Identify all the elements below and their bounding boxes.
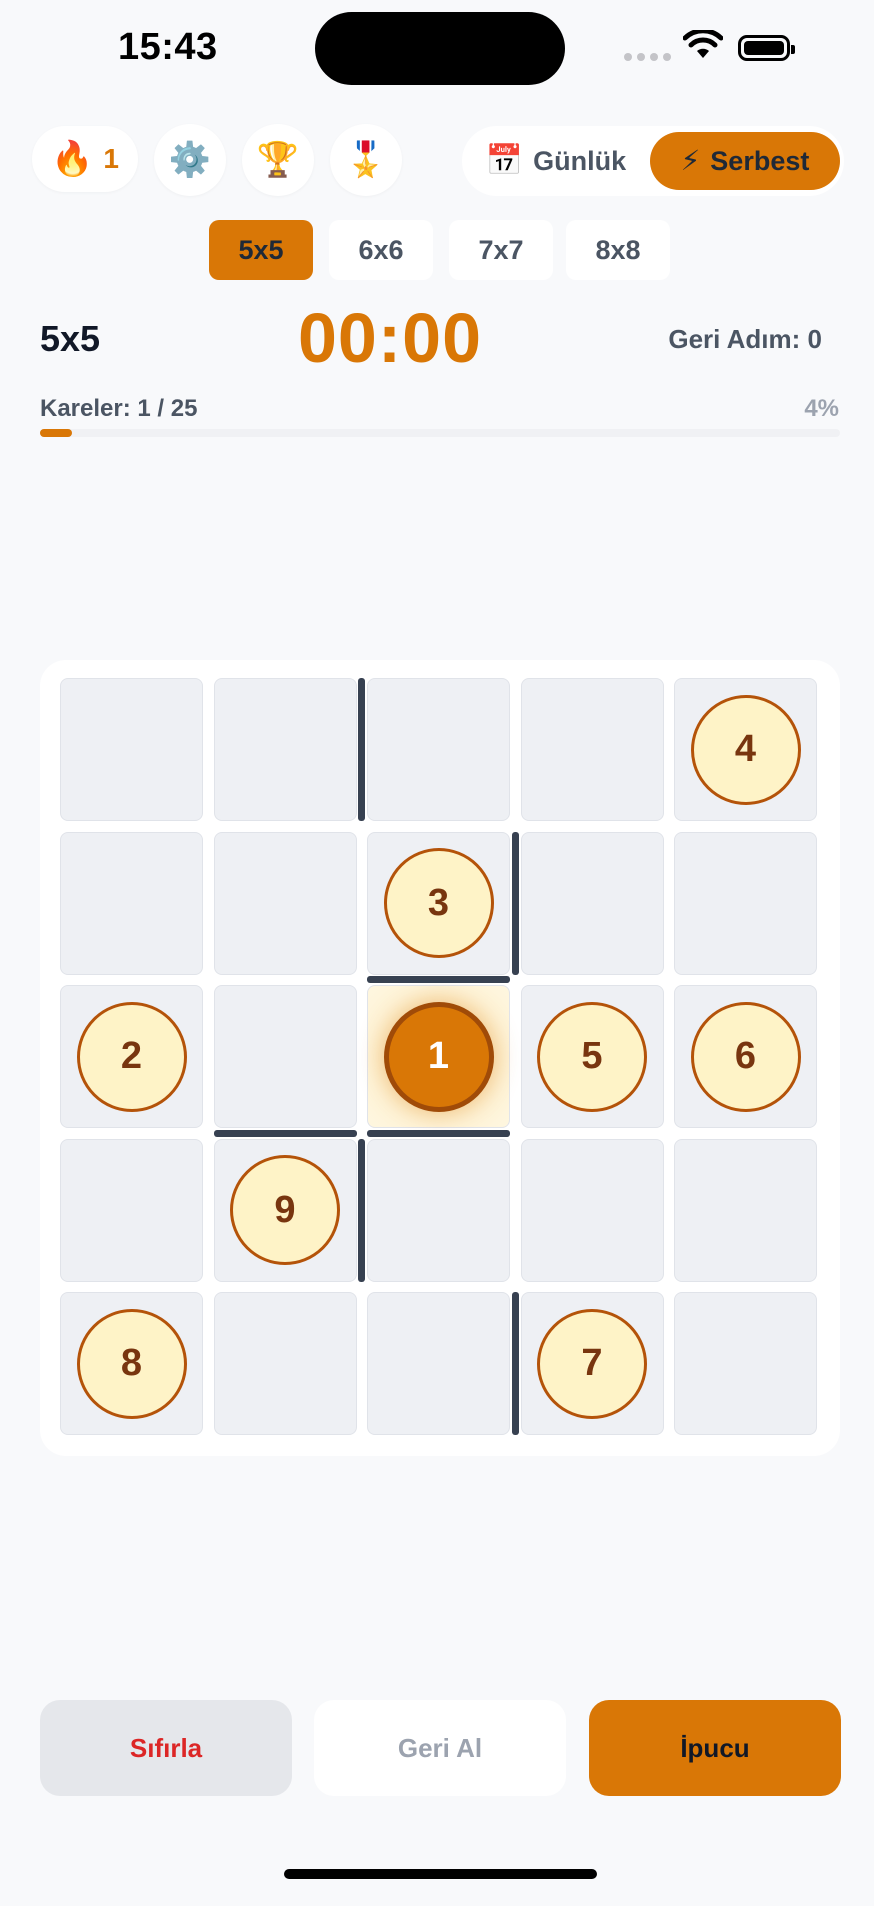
board-size-label: 5x5	[40, 318, 101, 359]
number-badge: 9	[230, 1155, 340, 1265]
cellular-signal-icon	[624, 53, 671, 61]
wall	[367, 976, 510, 983]
board-cell[interactable]	[520, 678, 664, 821]
board-cell[interactable]	[213, 985, 357, 1128]
undo-button[interactable]: Geri Al	[314, 1700, 566, 1796]
wall	[511, 1292, 519, 1435]
board-cell[interactable]: 9	[213, 1138, 357, 1282]
battery-icon	[738, 35, 795, 61]
lightning-icon: ⚡	[680, 145, 701, 176]
board-cell[interactable]	[213, 1292, 357, 1435]
board-cell[interactable]	[213, 831, 357, 975]
board-cell[interactable]: 3	[367, 831, 510, 975]
board-cell[interactable]: 8	[60, 1292, 203, 1435]
board-cell[interactable]	[60, 678, 203, 821]
hint-button[interactable]: İpucu	[589, 1700, 841, 1796]
streak-count: 1	[103, 143, 119, 174]
mode-switcher: 📅 Günlük ⚡ Serbest	[462, 126, 844, 196]
board-cell[interactable]: 5	[520, 985, 664, 1128]
gear-icon: ⚙️	[168, 141, 212, 179]
board-cell[interactable]	[674, 1292, 817, 1435]
board-cell[interactable]	[367, 678, 510, 821]
cells-progress-label: Kareler: 1 / 25	[40, 395, 198, 422]
number-badge: 8	[76, 1308, 187, 1419]
board-cell[interactable]: 2	[60, 985, 203, 1128]
fire-icon: 🔥	[51, 140, 94, 178]
game-board: 4 3 2 156 98 7	[40, 660, 840, 1456]
progress-fill	[40, 429, 72, 437]
progress-bar	[40, 429, 840, 437]
dynamic-island	[315, 12, 565, 85]
board-cell[interactable]	[674, 831, 817, 975]
wall	[213, 1129, 357, 1137]
timer: 00:00	[297, 299, 483, 377]
board-cell[interactable]	[213, 678, 357, 821]
board-cell[interactable]: 7	[520, 1292, 664, 1435]
trophy-icon: 🏆	[256, 141, 300, 179]
board-cell[interactable]	[367, 1292, 510, 1435]
board-cell[interactable]	[520, 831, 664, 975]
reset-button[interactable]: Sıfırla	[40, 1700, 292, 1796]
number-badge: 7	[537, 1308, 647, 1419]
mode-free-label: Serbest	[710, 145, 810, 176]
wall	[367, 1129, 510, 1137]
size-tab-7x7[interactable]: 7x7	[449, 220, 553, 280]
status-time: 15:43	[118, 26, 218, 68]
number-badge: 5	[537, 1001, 647, 1112]
calendar-icon: 📅	[485, 144, 524, 177]
current-number-badge: 1	[383, 1001, 494, 1112]
mode-daily-label: Günlük	[533, 145, 627, 176]
wall	[358, 1138, 365, 1282]
undo-count: Geri Adım: 0	[668, 324, 822, 354]
medal-icon: 🎖️	[344, 141, 388, 179]
size-tab-5x5[interactable]: 5x5	[209, 220, 313, 280]
board-cell[interactable]	[60, 831, 203, 975]
board-cell[interactable]: 6	[674, 985, 817, 1128]
size-tab-8x8[interactable]: 8x8	[566, 220, 670, 280]
board-cell[interactable]	[674, 1138, 817, 1282]
board-cell[interactable]	[520, 1138, 664, 1282]
board-cell[interactable]: 4	[674, 678, 817, 821]
number-badge: 6	[690, 1001, 801, 1112]
wall	[511, 831, 519, 975]
board-cell[interactable]: 1	[367, 985, 510, 1128]
mode-free-button[interactable]: ⚡ Serbest	[650, 132, 840, 190]
wall	[358, 678, 365, 821]
mode-daily-button[interactable]: 📅 Günlük	[462, 132, 650, 190]
home-indicator	[284, 1869, 597, 1879]
settings-button[interactable]: ⚙️	[154, 124, 226, 196]
wifi-icon	[683, 30, 723, 58]
streak-counter[interactable]: 🔥 1	[32, 126, 138, 192]
leaderboard-button[interactable]: 🏆	[242, 124, 314, 196]
board-cell[interactable]	[60, 1138, 203, 1282]
achievements-button[interactable]: 🎖️	[330, 124, 402, 196]
progress-percent: 4%	[804, 395, 839, 422]
number-badge: 3	[383, 848, 494, 958]
number-badge: 4	[690, 694, 801, 805]
size-tab-6x6[interactable]: 6x6	[329, 220, 433, 280]
number-badge: 2	[76, 1001, 187, 1112]
board-cell[interactable]	[367, 1138, 510, 1282]
